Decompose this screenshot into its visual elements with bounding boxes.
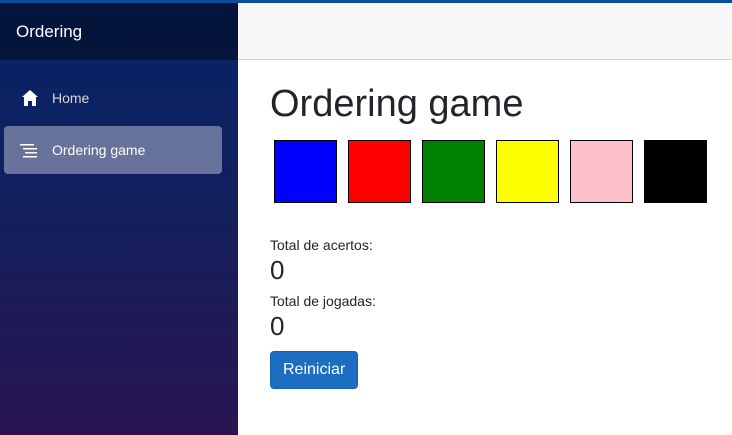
top-bar: [238, 3, 732, 60]
color-swatch-row: [274, 140, 730, 203]
color-swatch-blue[interactable]: [274, 140, 337, 203]
nav-item-ordering-game[interactable]: Ordering game: [4, 126, 222, 174]
color-swatch-green[interactable]: [422, 140, 485, 203]
main-content: Ordering game Total de acertos: 0 Total …: [270, 60, 730, 389]
home-icon: [20, 88, 40, 108]
nav-item-home[interactable]: Home: [4, 74, 222, 122]
hits-value: 0: [270, 255, 285, 285]
nav-menu: Home Ordering game: [0, 60, 238, 174]
hits-label: Total de acertos:: [270, 237, 373, 253]
color-swatch-black[interactable]: [644, 140, 707, 203]
plays-label: Total de jogadas:: [270, 293, 376, 309]
app-brand[interactable]: Ordering: [16, 22, 82, 42]
list-icon: [20, 140, 40, 160]
color-swatch-red[interactable]: [348, 140, 411, 203]
nav-item-home-label: Home: [52, 90, 90, 106]
color-swatch-pink[interactable]: [570, 140, 633, 203]
plays-value: 0: [270, 311, 285, 341]
reset-button[interactable]: Reiniciar: [270, 351, 359, 389]
color-swatch-yellow[interactable]: [496, 140, 559, 203]
sidebar: Ordering Home Ordering game: [0, 3, 238, 435]
brand-bar: Ordering: [0, 3, 238, 60]
page-title: Ordering game: [270, 83, 524, 125]
nav-item-ordering-game-label: Ordering game: [52, 142, 146, 158]
